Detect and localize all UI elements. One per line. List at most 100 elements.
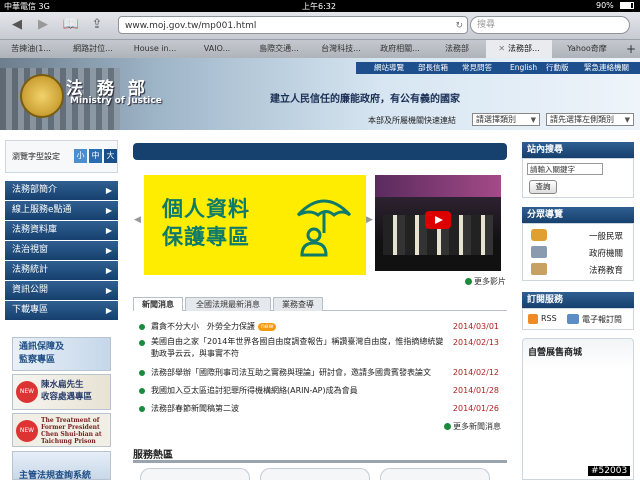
font-medium-button[interactable]: 中 (89, 149, 102, 163)
carousel-next-icon[interactable]: ▶ (366, 215, 373, 225)
rss-icon (528, 314, 538, 324)
browser-tab[interactable]: 網路討位... (62, 40, 125, 58)
browser-tab-strip: 苦揀油(1... 網路討位... House in... VAIO... 島際交… (0, 40, 640, 58)
chevron-right-icon: ▶ (105, 246, 112, 255)
tab-news[interactable]: 新聞消息 (133, 297, 183, 311)
store-box[interactable]: 自營展售商城 (522, 338, 634, 480)
browser-tab[interactable]: 政府相關... (372, 40, 429, 58)
site-search-input[interactable]: 請輸入關鍵字 (527, 163, 603, 175)
menu-item-downloads[interactable]: 下載專區 ▶ (5, 301, 118, 320)
bullet-icon (139, 340, 145, 346)
status-bar: 中華電信 3G 上午6:32 90% (0, 0, 640, 12)
site-title-en: Ministry of Justice (70, 96, 162, 106)
select-value: 請選擇類別 (476, 115, 516, 124)
audience-general[interactable]: 一般民眾 (589, 230, 623, 242)
reload-icon[interactable]: ↻ (455, 17, 463, 35)
bookmarks-icon[interactable]: 📖 (62, 17, 80, 33)
more-news-link[interactable]: 更多新聞消息 (444, 421, 501, 432)
browser-tab[interactable]: 法務部 (428, 40, 487, 58)
news-date: 2014/03/01 (452, 322, 499, 331)
font-small-button[interactable]: 小 (74, 149, 87, 163)
select-value: 請先選擇左側類別 (550, 115, 614, 124)
rss-link[interactable]: RSS (541, 314, 557, 323)
browser-search-input[interactable]: 搜尋 (470, 16, 630, 34)
menu-item-disclosure[interactable]: 資訊公開 ▶ (5, 281, 118, 300)
browser-tab[interactable]: House in... (124, 40, 187, 58)
browser-tab-active[interactable]: ✕ 法務部... (486, 40, 553, 58)
watermark: #52003 (588, 466, 631, 476)
banner-chen-shuibian-en[interactable]: NEW The Treatment of Former President Ch… (12, 413, 111, 447)
topnav-emergency[interactable]: 緊急連絡機關 (584, 62, 629, 74)
banner-chen-shuibian[interactable]: NEW 陳水扁先生 收容處遇專區 (12, 374, 111, 410)
more-label: 更多新聞消息 (453, 422, 501, 431)
forward-icon[interactable]: ▶ (34, 17, 52, 33)
menu-item-about[interactable]: 法務部簡介 ▶ (5, 181, 118, 200)
news-item[interactable]: 我國加入亞太區追討犯罪所得機構網絡(ARIN-AP)成為會員 2014/01/28 (139, 384, 503, 398)
browser-tab[interactable]: 苦揀油(1... (0, 40, 63, 58)
back-icon[interactable]: ◀ (8, 17, 26, 33)
chevron-right-icon: ▶ (105, 226, 112, 235)
browser-tab[interactable]: VAIO... (186, 40, 249, 58)
menu-item-database[interactable]: 法務資料庫 ▶ (5, 221, 118, 240)
news-item[interactable]: 美國自由之家「2014年世界各國自由度調查報告」稱讚臺灣自由度，惟指摘總統變動政… (139, 336, 503, 362)
news-item[interactable]: 法務部春節新聞稿第二波 2014/01/26 (139, 402, 503, 416)
browser-tab[interactable]: Yahoo奇摩 (552, 40, 623, 58)
service-card[interactable] (140, 468, 250, 480)
topnav-mailbox[interactable]: 部長信箱 (418, 62, 448, 74)
audience-government[interactable]: 政府機關 (589, 247, 623, 259)
news-date: 2014/01/26 (452, 404, 499, 413)
building-icon (531, 246, 547, 258)
site-search-box: 請輸入關鍵字 查詢 (522, 158, 634, 198)
clock: 上午6:32 (302, 2, 336, 11)
quick-links-label: 本部及所屬機關快速連結 (368, 116, 456, 125)
topnav-sitemap[interactable]: 網站導覽 (374, 62, 404, 74)
search-button[interactable]: 查詢 (529, 180, 557, 194)
battery-level: 90% (596, 1, 614, 10)
service-card[interactable] (380, 468, 490, 480)
font-large-button[interactable]: 大 (104, 149, 117, 163)
menu-item-statistics[interactable]: 法務統計 ▶ (5, 261, 118, 280)
epaper-link[interactable]: 電子報訂閱 (582, 314, 622, 325)
audience-education[interactable]: 法務教育 (589, 264, 623, 276)
menu-label: 法治視窗 (12, 245, 49, 255)
news-date: 2014/02/12 (452, 368, 499, 377)
category-select[interactable]: 請選擇類別 ▼ (472, 113, 540, 126)
browser-tab[interactable]: 台灣科技... (310, 40, 373, 58)
address-bar[interactable]: www.moj.gov.tw/mp001.html ↻ (118, 16, 468, 34)
chevron-right-icon: ▶ (105, 286, 112, 295)
banner-regulations[interactable]: 主管法規查詢系統 (12, 451, 111, 480)
banner-text: 通訊保障及 監察專區 (19, 342, 65, 365)
play-icon[interactable] (425, 211, 451, 229)
news-date: 2014/01/28 (452, 386, 499, 395)
banner-surveillance[interactable]: 通訊保障及 監察專區 (12, 337, 111, 371)
new-tab-button[interactable]: + (622, 40, 640, 58)
video-player[interactable] (375, 175, 501, 271)
browser-tab[interactable]: 島際交通... (248, 40, 311, 58)
menu-label: 資訊公開 (12, 285, 49, 295)
close-tab-icon[interactable]: ✕ (498, 44, 505, 53)
privacy-banner[interactable]: 個人資料 保護專區 (144, 175, 366, 275)
battery-icon (620, 2, 634, 9)
privacy-line-2: 保護專區 (162, 225, 250, 249)
chevron-down-icon: ▼ (624, 116, 630, 124)
topnav-faq[interactable]: 常見問答 (462, 62, 492, 74)
topnav-mobile[interactable]: 行動版 (546, 62, 569, 74)
news-item[interactable]: 法務部舉辦「國際刑事司法互助之實務與理論」研討會，邀請多國貴賓發表論文 2014/… (139, 366, 503, 380)
news-item[interactable]: 肅貪不分大小 外勞全力保護 new 2014/03/01 (139, 320, 503, 334)
tab-law-news[interactable]: 全國法規最新消息 (185, 297, 271, 311)
service-divider (133, 460, 507, 463)
menu-item-eservice[interactable]: 線上服務e點通 ▶ (5, 201, 118, 220)
more-videos-link[interactable]: 更多影片 (465, 276, 506, 287)
tab-business[interactable]: 業務查導 (273, 297, 323, 311)
bullet-icon (139, 388, 145, 394)
menu-item-rule-of-law[interactable]: 法治視窗 ▶ (5, 241, 118, 260)
topnav-english[interactable]: English (510, 62, 537, 74)
people-icon (531, 229, 547, 241)
share-icon[interactable]: ⇪ (88, 17, 106, 33)
chevron-right-icon: ▶ (105, 266, 112, 275)
carousel-prev-icon[interactable]: ◀ (134, 215, 141, 225)
chevron-right-icon: ▶ (105, 206, 112, 215)
arrow-circle-icon (444, 423, 451, 430)
service-card[interactable] (260, 468, 370, 480)
agency-select[interactable]: 請先選擇左側類別 ▼ (546, 113, 634, 126)
